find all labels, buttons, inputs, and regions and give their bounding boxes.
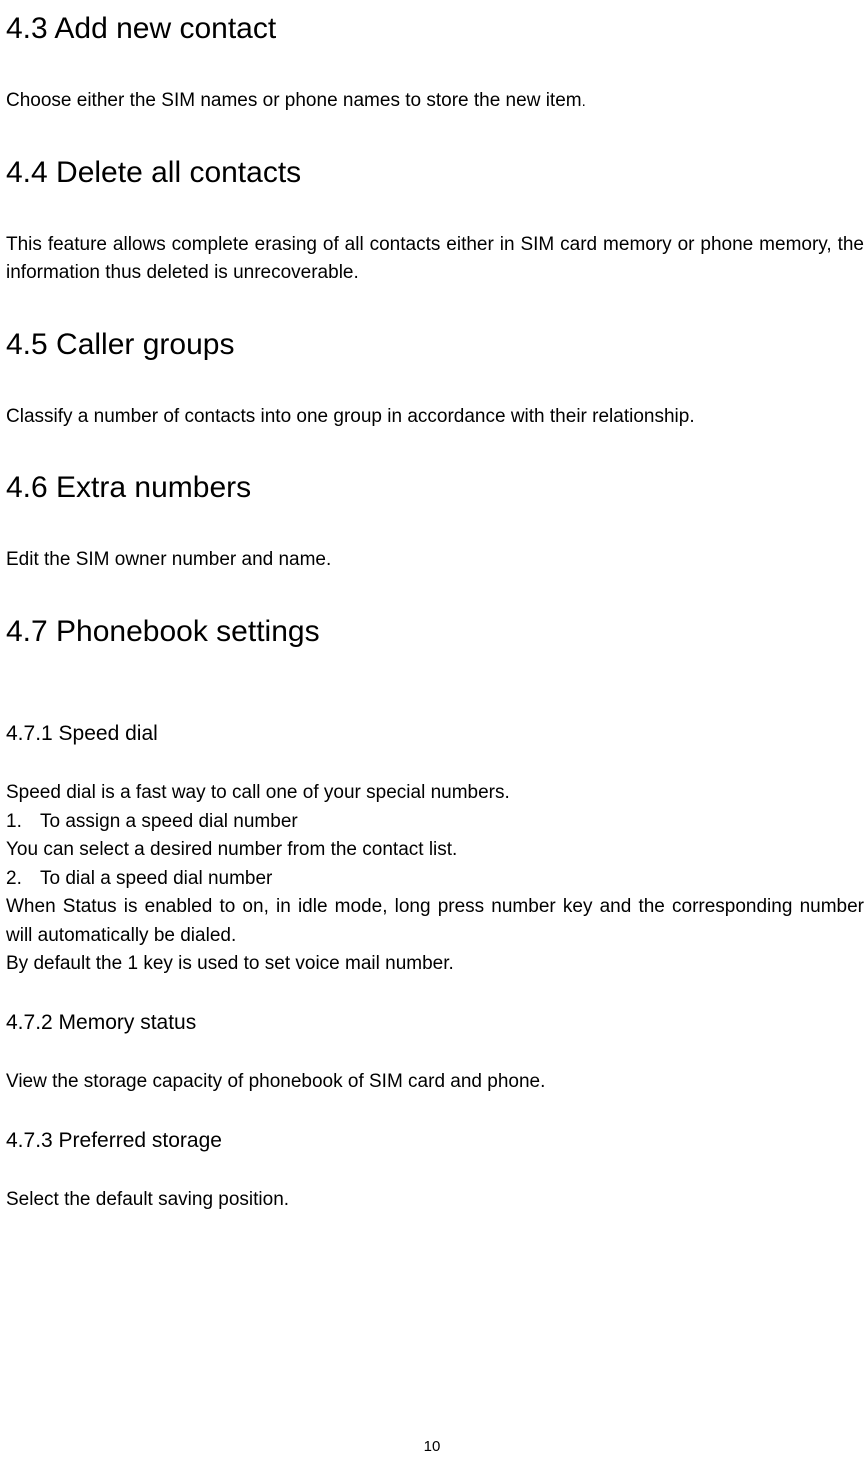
para-4-6: Edit the SIM owner number and name. — [6, 546, 864, 575]
list-item-number: 1. — [6, 808, 40, 837]
para-4-4: This feature allows complete erasing of … — [6, 231, 864, 288]
heading-4-7-3: 4.7.3 Preferred storage — [6, 1097, 864, 1187]
para-4-7-1-note: By default the 1 key is used to set voic… — [6, 950, 864, 979]
list-item-text: To assign a speed dial number — [40, 808, 298, 837]
heading-4-7-2: 4.7.2 Memory status — [6, 979, 864, 1069]
page-number: 10 — [0, 1436, 864, 1459]
text-4-3: Choose either the SIM names or phone nam… — [6, 90, 582, 111]
heading-4-4: 4.4 Delete all contacts — [6, 116, 864, 231]
list-4-7-1-b: 2. To dial a speed dial number — [6, 865, 864, 894]
para-4-7-2: View the storage capacity of phonebook o… — [6, 1068, 864, 1097]
list-4-7-1: 1. To assign a speed dial number — [6, 808, 864, 837]
heading-4-7: 4.7 Phonebook settings — [6, 575, 864, 690]
heading-4-6: 4.6 Extra numbers — [6, 431, 864, 546]
list-item-number: 2. — [6, 865, 40, 894]
list-item-text: To dial a speed dial number — [40, 865, 272, 894]
para-4-5: Classify a number of contacts into one g… — [6, 403, 864, 432]
heading-4-3: 4.3 Add new contact — [6, 0, 864, 87]
heading-4-5: 4.5 Caller groups — [6, 288, 864, 403]
para-4-7-1-intro: Speed dial is a fast way to call one of … — [6, 779, 864, 808]
heading-4-7-1: 4.7.1 Speed dial — [6, 690, 864, 780]
para-4-3: Choose either the SIM names or phone nam… — [6, 87, 864, 116]
text-4-3-period: . — [582, 93, 586, 110]
list-item: 2. To dial a speed dial number — [6, 865, 864, 894]
list-item: 1. To assign a speed dial number — [6, 808, 864, 837]
para-4-7-1-item1-body: You can select a desired number from the… — [6, 836, 864, 865]
para-4-7-3: Select the default saving position. — [6, 1186, 864, 1215]
para-4-7-1-item2-body: When Status is enabled to on, in idle mo… — [6, 893, 864, 950]
